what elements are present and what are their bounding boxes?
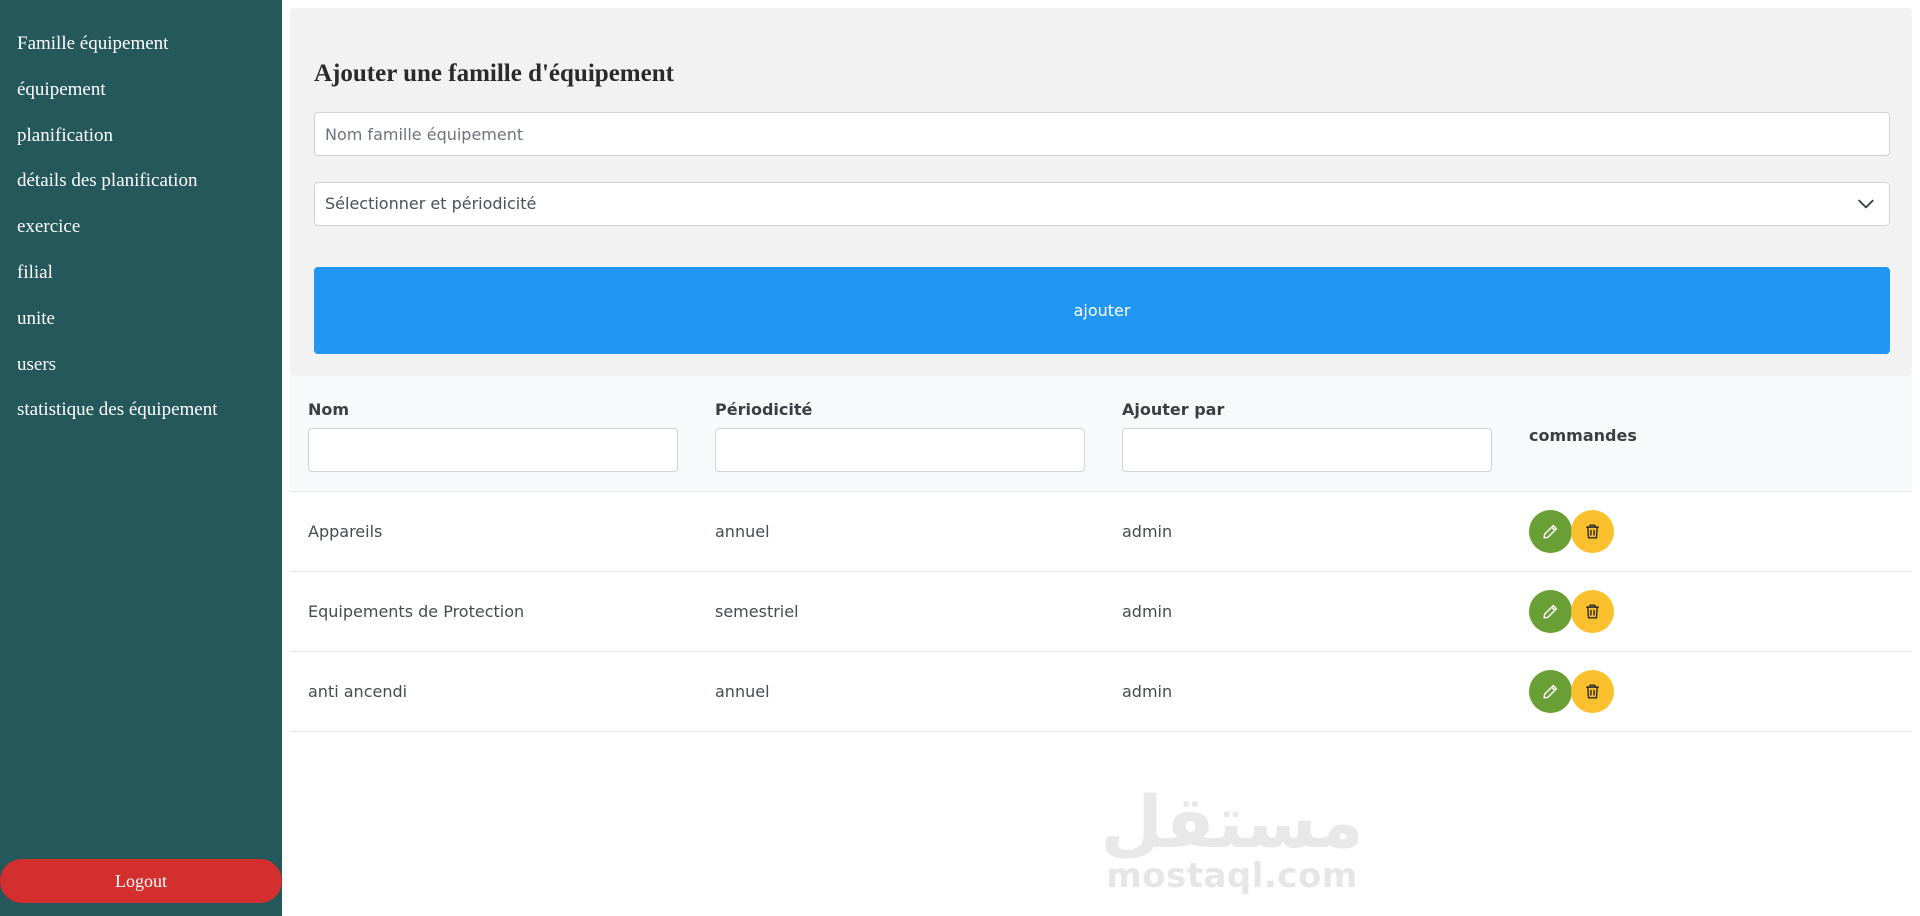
cell-ajouter-par: admin [1122,682,1173,701]
pencil-icon [1543,604,1558,619]
cell-nom: anti ancendi [308,682,408,701]
sidebar-item-famille-equipement[interactable]: Famille équipement [0,26,282,72]
main-content: Ajouter une famille d'équipement Sélecti… [282,0,1920,916]
delete-button[interactable] [1571,510,1614,553]
add-button[interactable]: ajouter [314,267,1890,354]
sidebar-item-statistique[interactable]: statistique des équipement [0,392,282,438]
cell-periodicite: semestriel [715,602,799,621]
cell-periodicite: annuel [715,522,770,541]
watermark-arabic: مستقل [1100,780,1364,864]
watermark-latin: mostaql.com [1106,856,1358,896]
add-family-form: Ajouter une famille d'équipement Sélecti… [290,8,1912,376]
pencil-icon [1543,524,1558,539]
sidebar-item-filial[interactable]: filial [0,255,282,301]
watermark: مستقل mostaql.com [1082,786,1382,894]
edit-button[interactable] [1529,510,1572,553]
edit-button[interactable] [1529,590,1572,633]
sidebar-item-exercice[interactable]: exercice [0,209,282,255]
table-row: anti ancendi annuel admin [290,652,1912,732]
cell-ajouter-par: admin [1122,602,1173,621]
table-header: Nom Périodicité Ajouter par commandes [290,376,1912,492]
column-nom: Nom [308,376,678,491]
table-row: Appareils annuel admin [290,492,1912,572]
filter-nom-input[interactable] [308,428,678,472]
filter-periodicite-input[interactable] [715,428,1085,472]
column-periodicite: Périodicité [715,376,1085,491]
table-row: Equipements de Protection semestriel adm… [290,572,1912,652]
column-header-nom: Nom [308,400,350,419]
row-actions [1529,510,1629,553]
column-ajouter-par: Ajouter par [1122,376,1492,491]
cell-nom: Equipements de Protection [308,602,525,621]
pencil-icon [1543,684,1558,699]
chevron-down-icon [1858,199,1874,209]
sidebar: Famille équipement équipement planificat… [0,0,282,916]
cell-ajouter-par: admin [1122,522,1173,541]
sidebar-item-details-planification[interactable]: détails des planification [0,163,282,209]
column-header-commandes: commandes [1529,426,1637,445]
family-table: Nom Périodicité Ajouter par commandes Ap… [290,376,1912,732]
trash-icon [1586,684,1599,699]
row-actions [1529,670,1629,713]
column-header-ajouter-par: Ajouter par [1122,400,1225,419]
app: Famille équipement équipement planificat… [0,0,1920,916]
delete-button[interactable] [1571,590,1614,633]
row-actions [1529,590,1629,633]
form-title: Ajouter une famille d'équipement [314,60,674,87]
periodicity-select[interactable]: Sélectionner et périodicité [314,182,1890,226]
sidebar-item-users[interactable]: users [0,347,282,393]
column-header-periodicite: Périodicité [715,400,813,419]
filter-ajouter-par-input[interactable] [1122,428,1492,472]
cell-periodicite: annuel [715,682,770,701]
logout-button[interactable]: Logout [0,859,282,903]
edit-button[interactable] [1529,670,1572,713]
cell-nom: Appareils [308,522,383,541]
family-name-input[interactable] [314,112,1890,156]
delete-button[interactable] [1571,670,1614,713]
trash-icon [1586,604,1599,619]
periodicity-select-value: Sélectionner et périodicité [325,194,537,213]
sidebar-item-equipement[interactable]: équipement [0,72,282,118]
trash-icon [1586,524,1599,539]
sidebar-nav: Famille équipement équipement planificat… [0,0,282,438]
sidebar-item-planification[interactable]: planification [0,118,282,164]
sidebar-item-unite[interactable]: unite [0,301,282,347]
